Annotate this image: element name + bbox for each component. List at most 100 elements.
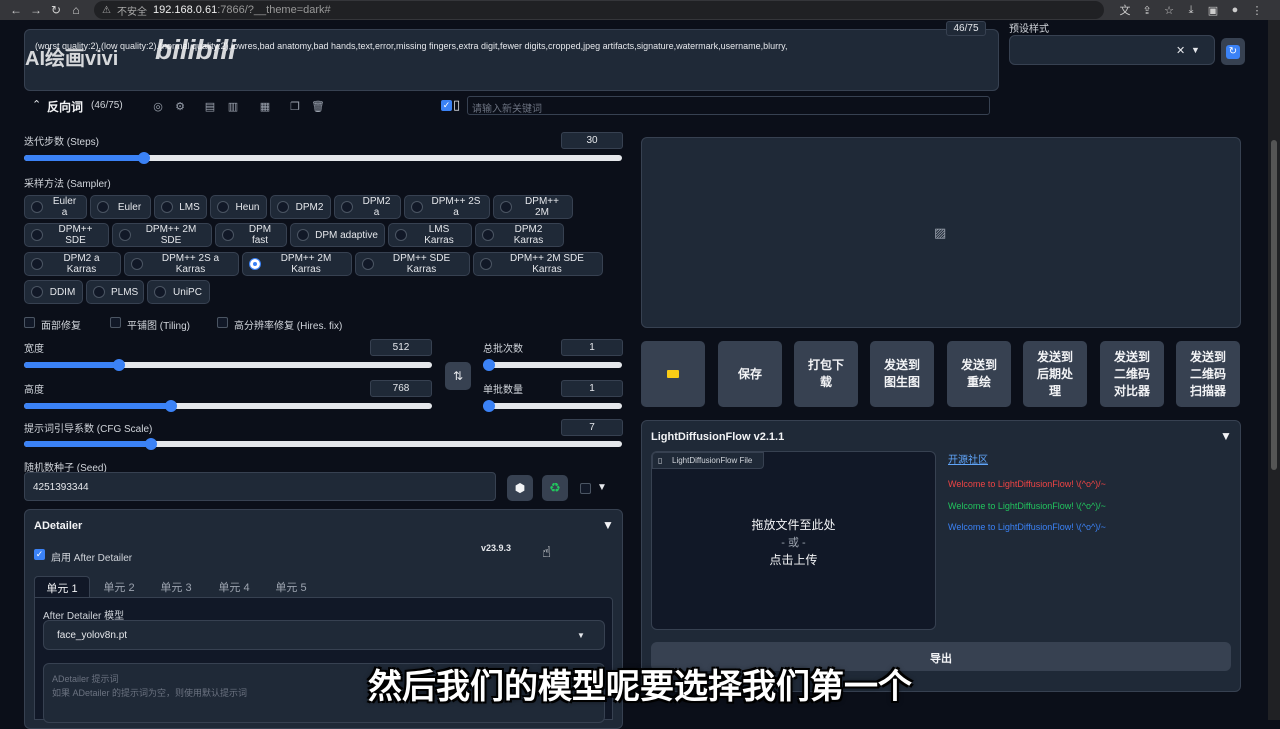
home-icon[interactable]: ⌂ [66, 0, 86, 20]
sampler-unipc[interactable]: UniPC [147, 280, 210, 304]
profile-icon[interactable]: ● [1226, 1, 1244, 19]
style-dropdown[interactable]: ✕ ▼ [1009, 35, 1215, 65]
flow-title[interactable]: LightDiffusionFlow v2.1.1 [651, 431, 784, 443]
sampler-dpmpp-sde-karras[interactable]: DPM++ SDE Karras [355, 252, 470, 276]
batch-size-slider[interactable] [483, 400, 622, 412]
sampler-ddim[interactable]: DDIM [24, 280, 83, 304]
cfg-slider[interactable] [24, 438, 622, 450]
model-dropdown[interactable]: face_yolov8n.pt ▼ [43, 620, 605, 650]
sampler-dpm2-a[interactable]: DPM2 a [334, 195, 401, 219]
globe-icon[interactable]: ◎ [149, 97, 167, 115]
tab-unit-5[interactable]: 单元 5 [264, 576, 318, 598]
sampler-dpmpp-2m-sde-karras[interactable]: DPM++ 2M SDE Karras [473, 252, 603, 276]
sampler-dpm2-a-karras[interactable]: DPM2 a Karras [24, 252, 121, 276]
sampler-lms[interactable]: LMS [154, 195, 207, 219]
reuse-seed-button[interactable]: ♻ [542, 475, 568, 501]
sampler-dpm-adaptive[interactable]: DPM adaptive [290, 223, 385, 247]
save-button[interactable]: 保存 [718, 341, 782, 407]
paste-icon[interactable]: ▤ [201, 97, 219, 115]
cfg-slider-knob[interactable] [145, 438, 157, 450]
extra-seed-checkbox[interactable] [580, 483, 591, 494]
width-slider[interactable] [24, 359, 432, 371]
sampler-dpm-fast[interactable]: DPM fast [215, 223, 287, 247]
community-link[interactable]: 开源社区 [948, 451, 988, 466]
chevron-down-icon[interactable]: ▼ [1191, 45, 1200, 55]
send-to-qr-scanner-button[interactable]: 发送到二维码扫描器 [1176, 341, 1240, 407]
model-chevron-icon[interactable]: ▼ [577, 631, 585, 640]
clear-icon[interactable]: ✕ [1176, 44, 1185, 57]
tab-unit-2[interactable]: 单元 2 [92, 576, 146, 598]
collapse-triangle-icon[interactable]: ▼ [602, 518, 614, 532]
seed-input[interactable]: 4251393344 [24, 472, 496, 501]
sampler-dpmpp-sde[interactable]: DPM++ SDE [24, 223, 109, 247]
flow-collapse-icon[interactable]: ▼ [1220, 429, 1232, 443]
back-arrow-icon[interactable]: ← [6, 0, 26, 20]
sampler-dpmpp-2m[interactable]: DPM++ 2M [493, 195, 573, 219]
hires-checkbox[interactable] [217, 317, 228, 328]
scrollbar-thumb[interactable] [1271, 140, 1277, 470]
refresh-button[interactable]: ↻ [1221, 38, 1245, 65]
download-icon[interactable]: ⤓ [1182, 1, 1200, 19]
batch-count-slider[interactable] [483, 359, 622, 371]
image-icon[interactable]: ▦ [256, 97, 274, 115]
translate-icon[interactable]: 文 [1116, 1, 1134, 19]
bookmark-icon[interactable]: ▥ [224, 97, 242, 115]
page-scrollbar[interactable] [1268, 20, 1280, 720]
sampler-dpm2[interactable]: DPM2 [270, 195, 331, 219]
send-to-extras-button[interactable]: 发送到后期处理 [1023, 341, 1087, 407]
batch-size-value[interactable]: 1 [561, 380, 623, 397]
cfg-value[interactable]: 7 [561, 419, 623, 436]
sampler-dpm2-karras[interactable]: DPM2 Karras [475, 223, 564, 247]
menu-icon[interactable]: ⋮ [1248, 1, 1266, 19]
width-value[interactable]: 512 [370, 339, 432, 356]
batch-size-slider-knob[interactable] [483, 400, 495, 412]
flow-file-dropzone[interactable]: ▯ LightDiffusionFlow File 拖放文件至此处 - 或 - … [651, 451, 936, 630]
sampler-dpmpp-2m-karras[interactable]: DPM++ 2M Karras [242, 252, 352, 276]
sampler-plms[interactable]: PLMS [86, 280, 144, 304]
sampler-euler-a[interactable]: Euler a [24, 195, 87, 219]
sidebar-icon[interactable]: ▣ [1204, 1, 1222, 19]
trash-icon[interactable]: 🗑 [309, 97, 327, 115]
sampler-euler[interactable]: Euler [90, 195, 151, 219]
keyword-toggle-checkbox[interactable]: ✓ [441, 100, 452, 111]
steps-value[interactable]: 30 [561, 132, 623, 149]
height-slider-knob[interactable] [165, 400, 177, 412]
height-slider[interactable] [24, 400, 432, 412]
send-to-inpaint-button[interactable]: 发送到重绘 [947, 341, 1011, 407]
tab-unit-4[interactable]: 单元 4 [207, 576, 261, 598]
sampler-dpmpp-2s-a-karras[interactable]: DPM++ 2S a Karras [124, 252, 239, 276]
swap-dimensions-button[interactable]: ⇅ [445, 362, 471, 390]
face-restore-checkbox[interactable] [24, 317, 35, 328]
zip-download-button[interactable]: 打包下载 [794, 341, 858, 407]
batch-count-value[interactable]: 1 [561, 339, 623, 356]
share-icon[interactable]: ⇪ [1138, 1, 1156, 19]
adetailer-title[interactable]: ADetailer [34, 520, 82, 532]
keyword-input[interactable]: 请输入新关键词 [467, 96, 990, 115]
sampler-lms-karras[interactable]: LMS Karras [388, 223, 472, 247]
height-value[interactable]: 768 [370, 380, 432, 397]
copy-icon[interactable]: ❐ [286, 97, 304, 115]
sampler-heun[interactable]: Heun [210, 195, 267, 219]
steps-slider-knob[interactable] [138, 152, 150, 164]
send-to-qr-compare-button[interactable]: 发送到二维码对比器 [1100, 341, 1164, 407]
sampler-dpmpp-2s-a[interactable]: DPM++ 2S a [404, 195, 490, 219]
settings-icon[interactable]: ⚙ [171, 97, 189, 115]
adetailer-enable-checkbox[interactable]: ✓ [34, 549, 45, 560]
negative-label[interactable]: 反向词 [47, 98, 83, 115]
tab-unit-3[interactable]: 单元 3 [149, 576, 203, 598]
batch-count-slider-knob[interactable] [483, 359, 495, 371]
steps-slider[interactable] [24, 152, 622, 164]
send-to-img2img-button[interactable]: 发送到图生图 [870, 341, 934, 407]
reload-icon[interactable]: ↻ [46, 0, 66, 20]
address-bar[interactable]: ⚠ 不安全 192.168.0.61 :7866/?__theme=dark# [94, 1, 1104, 19]
forward-arrow-icon[interactable]: → [26, 0, 46, 20]
star-icon[interactable]: ☆ [1160, 1, 1178, 19]
sampler-dpmpp-2m-sde[interactable]: DPM++ 2M SDE [112, 223, 212, 247]
open-folder-button[interactable] [641, 341, 705, 407]
extra-seed-toggle-icon[interactable]: ▼ [597, 482, 607, 493]
tab-unit-1[interactable]: 单元 1 [34, 576, 90, 598]
tiling-checkbox[interactable] [110, 317, 121, 328]
width-slider-knob[interactable] [113, 359, 125, 371]
random-seed-button[interactable]: ⬢ [507, 475, 533, 501]
negative-prompt-box[interactable]: (worst quality:2),(low quality:2),(norma… [24, 29, 999, 91]
